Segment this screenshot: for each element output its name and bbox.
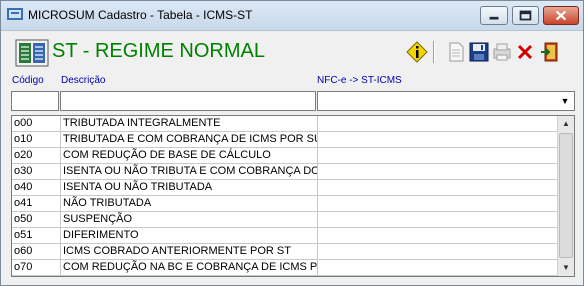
cell-codigo: o41 [12,196,61,211]
cell-codigo: o30 [12,164,61,179]
maximize-button[interactable] [512,6,539,25]
cell-descricao: COM REDUÇÃO NA BC E COBRANÇA DE ICMS POI [63,260,318,275]
cell-descricao: NÃO TRIBUTADA [61,196,318,211]
info-icon[interactable] [406,41,428,63]
vertical-scrollbar[interactable]: ▲ ▼ [557,116,574,276]
cell-codigo: o50 [12,212,61,227]
scroll-thumb[interactable] [559,133,573,258]
cell-codigo: o51 [12,228,61,243]
cell-descricao: ISENTA OU NÃO TRIBUTA E COM COBRANÇA DO [63,164,318,179]
table-row[interactable]: o30 ISENTA OU NÃO TRIBUTA E COM COBRANÇA … [12,164,558,180]
title-bar[interactable]: MICROSUM Cadastro - Tabela - ICMS-ST [1,1,583,31]
close-icon [555,10,567,21]
cell-codigo: o60 [12,244,61,259]
cell-nfce [318,132,558,147]
column-header-descricao: Descrição [61,75,106,86]
maximize-icon [519,10,532,21]
table-row[interactable]: o70 COM REDUÇÃO NA BC E COBRANÇA DE ICMS … [12,260,558,276]
cell-nfce [318,148,558,163]
scroll-up-arrow-icon[interactable]: ▲ [558,116,574,132]
cell-nfce [318,180,558,195]
new-document-icon[interactable] [445,41,467,63]
cell-descricao: ICMS COBRADO ANTERIORMENTE POR ST [61,244,318,259]
filter-descricao-input[interactable] [60,91,316,111]
window-title: MICROSUM Cadastro - Tabela - ICMS-ST [28,8,253,22]
table-row[interactable]: o60 ICMS COBRADO ANTERIORMENTE POR ST [12,244,558,260]
table-row[interactable]: o51 DIFERIMENTO [12,228,558,244]
chevron-down-icon[interactable]: ▼ [557,93,573,109]
column-header-codigo: Código [12,75,44,86]
app-icon [7,8,23,20]
page-title: ST - REGIME NORMAL [52,40,265,62]
cell-codigo: o20 [12,148,61,163]
table-row[interactable]: o41 NÃO TRIBUTADA [12,196,558,212]
cell-descricao: SUSPENÇÃO [61,212,318,227]
table-row[interactable]: o10 TRIBUTADA E COM COBRANÇA DE ICMS POR … [12,132,558,148]
data-grid[interactable]: o00 TRIBUTADA INTEGRALMENTE o10 TRIBUTADA E… [11,115,575,277]
print-icon[interactable] [491,41,513,63]
minimize-button[interactable] [480,6,508,25]
save-icon[interactable] [468,41,490,63]
delete-icon[interactable] [514,41,536,63]
cell-descricao: TRIBUTADA INTEGRALMENTE [61,116,318,131]
table-row[interactable]: o50 SUSPENÇÃO [12,212,558,228]
cell-descricao: COM REDUÇÃO DE BASE DE CÁLCULO [61,148,318,163]
app-window: MICROSUM Cadastro - Tabela - ICMS-ST ST … [0,0,584,286]
cell-codigo: o00 [12,116,61,131]
table-document-icon [15,39,49,67]
cell-descricao: TRIBUTADA E COM COBRANÇA DE ICMS POR SUI [63,132,318,147]
cell-nfce [318,164,558,179]
exit-icon[interactable] [539,41,561,63]
cell-codigo: o40 [12,180,61,195]
cell-nfce [318,228,558,243]
scroll-down-arrow-icon[interactable]: ▼ [558,260,574,276]
table-row[interactable]: o20 COM REDUÇÃO DE BASE DE CÁLCULO [12,148,558,164]
cell-nfce [318,244,558,259]
cell-codigo: o10 [12,132,61,147]
toolbar-separator [433,41,435,63]
filter-codigo-input[interactable] [11,91,59,111]
cell-nfce [318,260,558,275]
cell-nfce [318,116,558,131]
cell-nfce [318,196,558,211]
column-header-nfce: NFC-e -> ST-ICMS [317,75,402,86]
header-toolbar: ST - REGIME NORMAL [9,35,575,71]
cell-descricao: ISENTA OU NÃO TRIBUTADA [61,180,318,195]
table-row[interactable]: o00 TRIBUTADA INTEGRALMENTE [12,116,558,132]
filter-nfce-select[interactable]: ▼ [317,91,575,111]
cell-descricao: DIFERIMENTO [61,228,318,243]
minimize-icon [489,16,499,20]
cell-codigo: o70 [12,260,61,275]
cell-nfce [318,212,558,227]
table-row[interactable]: o40 ISENTA OU NÃO TRIBUTADA [12,180,558,196]
close-window-button[interactable] [543,6,579,25]
